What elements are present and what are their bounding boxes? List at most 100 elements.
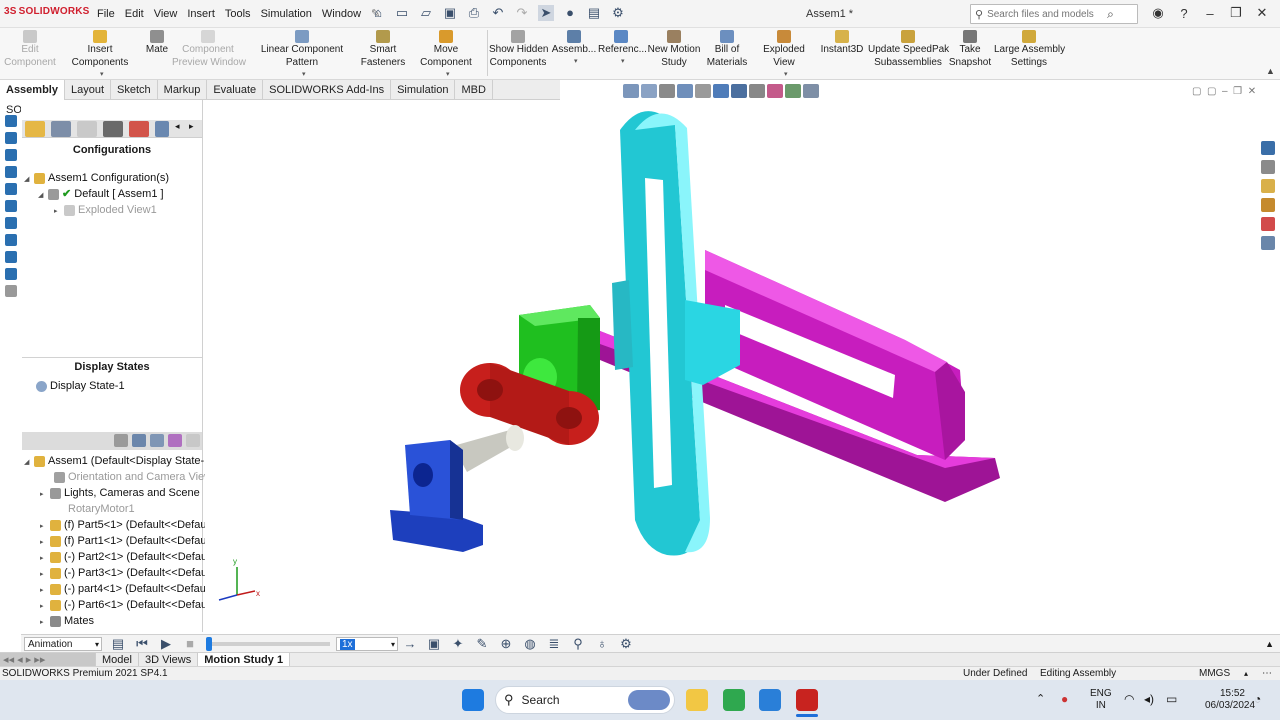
tab-assembly[interactable]: Assembly [0,80,65,100]
file-properties-icon[interactable]: ▤ [586,5,602,21]
show-hidden-components-button[interactable]: Show Hidden Components [489,30,548,69]
large-assembly-settings-button[interactable]: Large Assembly Settings [994,30,1065,69]
view-palette-icon[interactable] [1261,198,1275,212]
gravity-icon[interactable]: ♁ [594,636,610,652]
solidworks-resources-icon[interactable] [1261,141,1275,155]
apply-scene-icon[interactable] [785,84,801,98]
component-icon[interactable] [5,149,17,161]
notifications-icon[interactable]: ◔ [1254,692,1261,706]
tab-addins[interactable]: SOLIDWORKS Add-Ins [263,80,392,100]
dynamic-annotation-icon[interactable] [695,84,711,98]
display-state-item[interactable]: Display State-1 [36,378,125,394]
tab-model[interactable]: Model [96,653,139,667]
split-icon[interactable]: ▢ [1207,86,1216,97]
orientation-views-item[interactable]: Orientation and Camera Views [54,469,218,485]
take-snapshot-button[interactable]: Take Snapshot [948,30,992,69]
display-manager-tab-icon[interactable] [129,120,149,137]
zoom-to-area-icon[interactable] [641,84,657,98]
speaker-icon[interactable]: ◂) [1144,692,1154,706]
menu-insert[interactable]: Insert [187,8,215,20]
viewport-restore-icon[interactable]: ❐ [1233,86,1242,97]
windows-start-icon[interactable] [462,689,484,711]
file-explorer-icon[interactable] [1261,179,1275,193]
playback-mode-icon[interactable]: → [402,636,418,652]
expand-arrow-icon[interactable]: ▸ [54,204,64,220]
paint-app-icon[interactable] [759,689,781,711]
tab-markup[interactable]: Markup [158,80,208,100]
section-view-icon[interactable] [677,84,693,98]
save-icon[interactable]: ▣ [442,5,458,21]
menu-edit[interactable]: Edit [125,8,144,20]
taskbar-search[interactable]: ⚲ Search [495,686,675,714]
exploded-view-item[interactable]: ▸ Exploded View1 [54,202,157,218]
assembly-features-button[interactable]: Assemb... ▾ [551,30,597,65]
contact-icon[interactable]: ⚲ [570,636,586,652]
feature-manager-tab-icon[interactable] [25,120,45,137]
menu-window[interactable]: Window [322,8,361,20]
panel-divider[interactable] [22,357,202,358]
minimize-icon[interactable]: – [1197,6,1223,21]
play-from-start-icon[interactable]: ⏮ [134,636,150,652]
menu-tools[interactable]: Tools [225,8,251,20]
insert-components-button[interactable]: Insert Components ▾ [58,30,142,78]
zoom-to-fit-icon[interactable] [623,84,639,98]
silver-pin-part[interactable] [453,425,524,472]
tab-simulation[interactable]: Simulation [391,80,456,100]
tree-part-item[interactable]: ▸ (-) Part3<1> (Default<<Defau [40,565,207,581]
collapse-arrow-icon[interactable]: ◢ [38,188,48,204]
smart-fasteners-button[interactable]: Smart Fasteners [360,30,406,69]
component-icon[interactable] [5,183,17,195]
viewport-close-icon[interactable]: ✕ [1248,86,1256,97]
add-key-icon[interactable]: ⊕ [498,636,514,652]
component-icon[interactable] [5,234,17,246]
camtasia-icon[interactable] [723,689,745,711]
language-indicator[interactable]: ENG IN [1090,688,1112,712]
config-default-item[interactable]: ◢ ✔ Default [ Assem1 ] [38,186,164,202]
search-icon[interactable]: ⌕ [1107,7,1114,22]
collapse-ribbon-icon[interactable]: ▲ [1266,66,1275,76]
menu-view[interactable]: View [154,8,178,20]
search-input[interactable] [987,8,1108,20]
expand-timeline-icon[interactable]: ▲ [1265,639,1274,649]
view-settings-icon[interactable] [803,84,819,98]
chevron-right-icon[interactable]: ▸ [189,121,197,137]
battery-icon[interactable]: ▭ [1166,692,1177,706]
stop-icon[interactable]: ■ [182,636,198,652]
appearances-icon[interactable] [1261,217,1275,231]
view-features-icon[interactable] [150,434,164,447]
autokey-icon[interactable]: ✎ [474,636,490,652]
anchor-icon[interactable] [5,115,17,127]
component-icon[interactable] [5,268,17,280]
save-animation-icon[interactable]: ▣ [426,636,442,652]
dimxpert-tab-icon[interactable] [103,120,123,137]
help-icon[interactable]: ? [1171,6,1197,21]
network-warning-icon[interactable]: ● [1061,692,1068,706]
update-speedpak-button[interactable]: Update SpeedPak Subassemblies [868,30,949,69]
clock[interactable]: 15:52 06/03/2024 [1205,688,1255,712]
restore-icon[interactable]: ❐ [1223,5,1249,21]
graphics-area[interactable]: y x [205,100,1255,632]
configuration-manager-tab-icon[interactable] [77,120,97,137]
new-document-icon[interactable]: ▭ [394,5,410,21]
hide-show-items-icon[interactable] [749,84,765,98]
lights-cameras-item[interactable]: ▸ Lights, Cameras and Scene [40,485,200,501]
tab-motion-study-1[interactable]: Motion Study 1 [198,653,291,667]
expand-arrow-icon[interactable]: ▸ [40,615,50,631]
tab-scroll-arrows[interactable]: ◂◂ ◂ ▸ ▸▸ [0,653,96,667]
custom-properties-icon[interactable] [1261,236,1275,250]
config-root-item[interactable]: ◢ Assem1 Configuration(s) [24,170,169,186]
home-icon[interactable]: ⌂ [370,5,386,21]
playback-speed-select[interactable]: 1x ▾ [336,636,398,651]
move-component-button[interactable]: Move Component ▾ [407,30,485,78]
expand-arrow-icon[interactable]: ▸ [40,487,50,503]
tree-part-item[interactable]: ▸ (f) Part5<1> (Default<<Defau [40,517,206,533]
units-selector[interactable]: MMGS [1199,667,1230,681]
edit-component-button[interactable]: Edit Component [4,30,56,69]
linear-pattern-button[interactable]: Linear Component Pattern ▾ [246,30,358,78]
tree-part-item[interactable]: ▸ (-) part4<1> (Default<<Defau [40,581,206,597]
close-icon[interactable]: ✕ [1249,5,1275,21]
collapse-arrow-icon[interactable]: ◢ [24,455,34,471]
play-icon[interactable]: ▶ [158,636,174,652]
tree-part-item[interactable]: ▸ (-) Part6<1> (Default<<Defau [40,597,207,613]
rotary-motor-item[interactable]: RotaryMotor1 [68,501,135,517]
